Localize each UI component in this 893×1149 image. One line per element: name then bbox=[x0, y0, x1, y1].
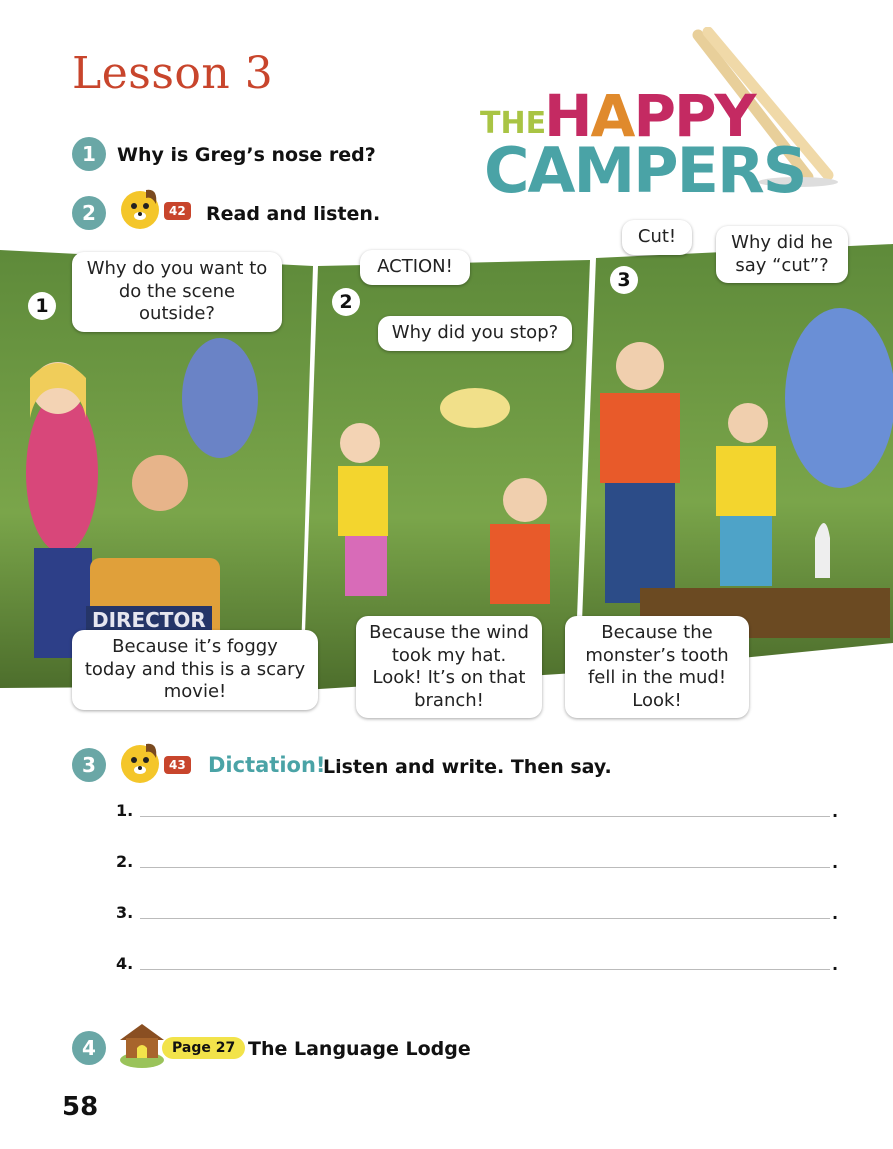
speech-bubble: Because the wind took my hat. Look! It’s… bbox=[356, 616, 542, 718]
comic-strip: DIRECTOR 1 2 3 Why do you want to do the… bbox=[0, 220, 893, 718]
track-number-badge: 42 bbox=[164, 202, 191, 220]
dictation-line-number: 3. bbox=[116, 903, 134, 922]
exercise-1-text: Why is Greg’s nose red? bbox=[117, 144, 376, 166]
dog-audio-icon[interactable] bbox=[118, 186, 162, 230]
speech-bubble: Because the monster’s tooth fell in the … bbox=[565, 616, 749, 718]
dictation-line-number: 2. bbox=[116, 852, 134, 871]
exercise-number: 3 bbox=[72, 748, 106, 782]
speech-bubble: Cut! bbox=[622, 220, 692, 255]
exercise-2-text: Read and listen. bbox=[206, 203, 381, 225]
dictation-line-3[interactable] bbox=[140, 918, 830, 919]
track-number-badge: 43 bbox=[164, 756, 191, 774]
speech-bubble: Why did he say “cut”? bbox=[716, 226, 848, 283]
panel-number: 3 bbox=[610, 266, 638, 294]
exercise-number: 4 bbox=[72, 1031, 106, 1065]
speech-bubble: ACTION! bbox=[360, 250, 470, 285]
dog-audio-icon[interactable] bbox=[118, 740, 162, 784]
dictation-label: Dictation! bbox=[208, 753, 326, 777]
dictation-line-number: 4. bbox=[116, 954, 134, 973]
dictation-line-4[interactable] bbox=[140, 969, 830, 970]
exercise-number: 1 bbox=[72, 137, 106, 171]
dictation-line-number: 1. bbox=[116, 801, 134, 820]
logo-campers: CAMPERS bbox=[484, 134, 807, 207]
lesson-title: Lesson 3 bbox=[72, 48, 274, 99]
line-end-period: . bbox=[832, 802, 839, 821]
speech-bubble: Why do you want to do the scene outside? bbox=[72, 252, 282, 332]
exercise-4-text: The Language Lodge bbox=[248, 1038, 471, 1060]
monster-figure bbox=[182, 338, 258, 458]
dictation-line-1[interactable] bbox=[140, 816, 830, 817]
lodge-house-icon bbox=[120, 1024, 164, 1068]
panel-number: 1 bbox=[28, 292, 56, 320]
dictation-line-2[interactable] bbox=[140, 867, 830, 868]
panel-number: 2 bbox=[332, 288, 360, 316]
exercise-number: 2 bbox=[72, 196, 106, 230]
line-end-period: . bbox=[832, 853, 839, 872]
line-end-period: . bbox=[832, 955, 839, 974]
page-reference-badge[interactable]: Page 27 bbox=[162, 1037, 246, 1059]
page-number: 58 bbox=[62, 1092, 99, 1122]
speech-bubble: Because it’s foggy today and this is a s… bbox=[72, 630, 318, 710]
exercise-3-text: Listen and write. Then say. bbox=[323, 756, 612, 778]
speech-bubble: Why did you stop? bbox=[378, 316, 572, 351]
line-end-period: . bbox=[832, 904, 839, 923]
happy-campers-logo: THE HAPPY CAMPERS bbox=[478, 27, 858, 212]
